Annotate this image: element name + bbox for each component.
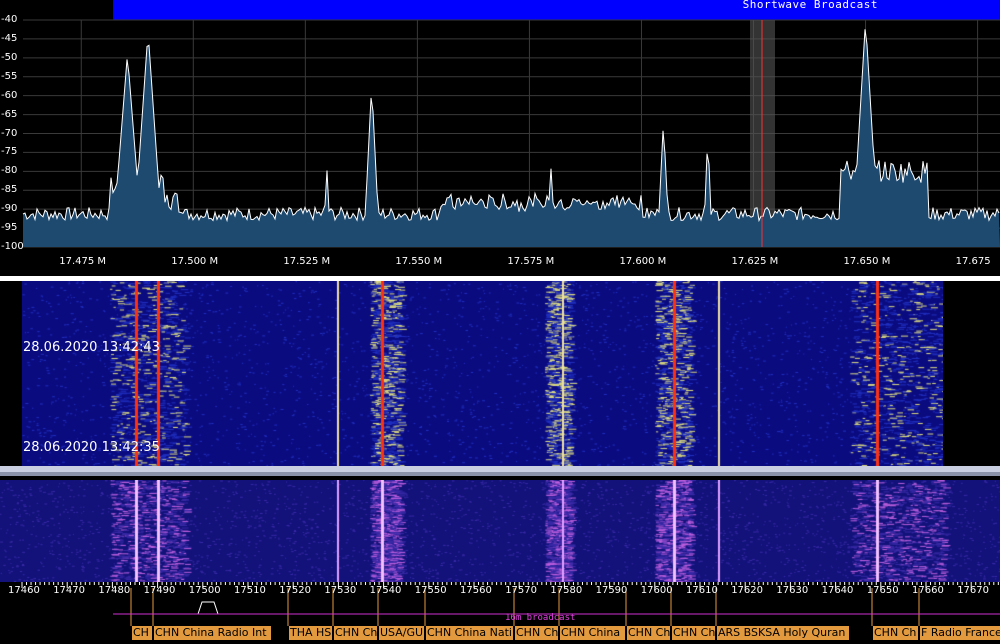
station-label[interactable]: CHN Ch: [671, 626, 716, 640]
station-label[interactable]: ARS BSKSA Holy Quran: [716, 626, 850, 640]
scale-tick-label: 17510: [234, 585, 266, 596]
x-tick-label: 17.625 M: [731, 256, 779, 267]
y-tick-label: -80: [1, 165, 18, 177]
station-label[interactable]: CHN Ch: [872, 626, 919, 640]
station-label[interactable]: THA HS: [288, 626, 333, 640]
y-tick-label: -100: [1, 241, 24, 252]
station-label[interactable]: CHN Ch: [626, 626, 671, 640]
filter-passband-icon: [192, 601, 226, 615]
scale-tick-label: 17640: [821, 585, 854, 596]
scale-tick-label: 17600: [640, 585, 673, 596]
x-tick-label: 17.550 M: [395, 256, 443, 267]
timestamp-bottom: 28.06.2020 13:42:35: [23, 440, 160, 455]
band-label: 16m broadcast: [505, 613, 576, 623]
y-tick-label: -75: [1, 146, 18, 158]
x-tick-label: 17.675: [955, 256, 991, 267]
x-tick-label: 17.600 M: [619, 256, 667, 267]
spectrum-plot[interactable]: [0, 0, 1000, 276]
x-tick-label: 17.575 M: [507, 256, 555, 267]
y-tick-label: -40: [1, 14, 18, 25]
scale-tick-label: 17460: [8, 585, 40, 596]
y-tick-label: -45: [1, 32, 18, 44]
y-tick-label: -90: [1, 203, 18, 215]
scale-tick-label: 17520: [279, 585, 311, 596]
waterfall-secondary[interactable]: [0, 480, 1000, 582]
y-tick-label: -95: [1, 222, 18, 234]
scale-tick-label: 17480: [98, 585, 131, 596]
scale-tick-label: 17560: [460, 585, 492, 596]
y-tick-label: -70: [1, 127, 18, 139]
scale-tick-label: 17490: [143, 585, 176, 596]
scale-tick-label: 17620: [731, 585, 763, 596]
scale-tick-label: 17650: [866, 585, 899, 596]
station-label[interactable]: CHN China Nati: [425, 626, 514, 640]
scale-tick-label: 17550: [414, 585, 447, 596]
y-tick-label: -50: [1, 51, 18, 63]
x-tick-label: 17.500 M: [171, 256, 219, 267]
scale-tick-label: 17540: [369, 585, 402, 596]
station-label[interactable]: CHN China: [559, 626, 626, 640]
waterfall-display[interactable]: [22, 281, 943, 466]
y-tick-label: -55: [1, 70, 18, 82]
y-tick-label: -65: [1, 108, 18, 120]
scale-tick-label: 17590: [595, 585, 628, 596]
scale-tick-label: 17470: [53, 585, 85, 596]
scale-tick-label: 17670: [957, 585, 989, 596]
x-tick-label: 17.650 M: [843, 256, 891, 267]
station-label[interactable]: CHN Ch: [514, 626, 559, 640]
station-label[interactable]: F Radio France: [919, 626, 1000, 640]
y-tick-label: -60: [1, 89, 18, 101]
spectrum-fill: [23, 29, 1000, 247]
scale-tick-label: 17500: [188, 585, 221, 596]
scale-tick-label: 17530: [324, 585, 357, 596]
x-tick-label: 17.475 M: [59, 256, 107, 267]
x-tick-label: 17.525 M: [283, 256, 331, 267]
splitter-2-shadow: [0, 472, 1000, 476]
scale-tick-label: 17570: [505, 585, 537, 596]
station-label[interactable]: CHN Ch: [333, 626, 378, 640]
timestamp-top: 28.06.2020 13:42:43: [23, 340, 160, 355]
scale-tick-label: 17610: [686, 585, 718, 596]
scale-tick-label: 17630: [776, 585, 809, 596]
scale-tick-label: 17660: [912, 585, 944, 596]
station-label[interactable]: CHN China Radio Int: [153, 626, 272, 640]
station-label[interactable]: USA/GU: [378, 626, 425, 640]
station-label[interactable]: CH: [131, 626, 153, 640]
y-tick-label: -85: [1, 184, 18, 196]
scale-tick-label: 17580: [550, 585, 583, 596]
